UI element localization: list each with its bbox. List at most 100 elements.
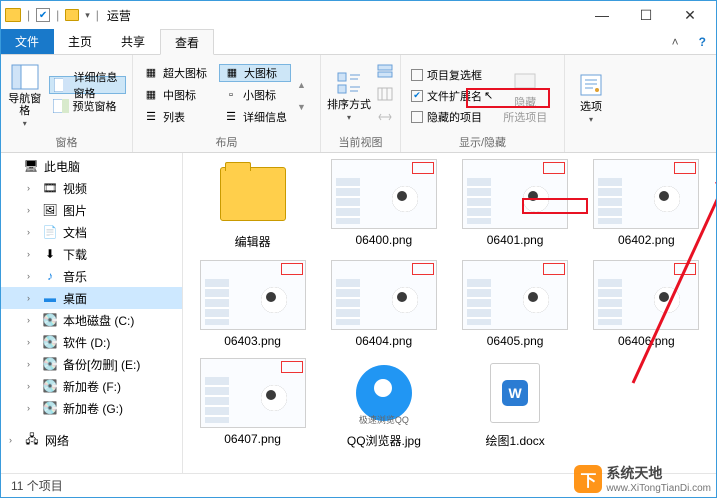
disk-icon: 💽 [42,400,58,416]
minimize-button[interactable]: — [580,2,624,28]
small-icon: ▫ [223,88,239,102]
file-item[interactable]: 06407.png [189,358,316,449]
tree-disk-e[interactable]: ›💽备份[勿删] (E:) [1,353,182,375]
tree-disk-c[interactable]: ›💽本地磁盘 (C:) [1,309,182,331]
tree-disk-g[interactable]: ›💽新加卷 (G:) [1,397,182,419]
file-name: 06402.png [618,233,675,247]
nav-pane-label: 导航窗格 [7,93,43,117]
close-button[interactable]: ✕ [668,2,712,28]
documents-icon: 📄 [42,224,58,240]
tree-videos[interactable]: ›🎞视频 [1,177,182,199]
desktop-icon: ▬ [42,290,58,306]
nav-pane-icon [11,64,39,90]
addcolumn-icon[interactable] [377,87,393,104]
file-thumbnail [462,260,568,330]
file-item[interactable]: 06406.png [583,260,710,348]
tree-desktop[interactable]: ›▬桌面 [1,287,182,309]
file-thumbnail: W [462,358,568,428]
chevron-down-icon: ▾ [347,113,351,122]
disk-icon: 💽 [42,356,58,372]
details-pane-button[interactable]: 详细信息窗格 [49,76,126,94]
disk-icon: 💽 [42,334,58,350]
navigation-tree[interactable]: 🖥此电脑 ›🎞视频 ›🖼图片 ›📄文档 ›⬇下载 ›♪音乐 ›▬桌面 ›💽本地磁… [1,153,183,473]
view-medium-button[interactable]: ▦中图标 [139,86,211,104]
ribbon-group-panes: 导航窗格 ▾ 详细信息窗格 预览窗格 窗格 [1,55,133,152]
maximize-button[interactable]: ☐ [624,2,668,28]
file-list[interactable]: 编辑器06400.png06401.png06402.png06403.png0… [183,153,716,473]
disk-icon: 💽 [42,312,58,328]
view-xlarge-button[interactable]: ▦超大图标 [139,64,211,82]
window-title: 运营 [107,7,131,24]
group-label-showhide: 显示/隐藏 [407,132,558,150]
item-checkboxes-toggle[interactable]: 项目复选框 [407,66,497,84]
tab-home[interactable]: 主页 [54,29,107,54]
scroll-up-icon[interactable]: ▲ [297,80,306,90]
preview-pane-icon [53,99,69,113]
window-controls: — ☐ ✕ [580,2,712,28]
file-item[interactable]: 编辑器 [189,159,316,250]
details-icon: ☰ [223,110,239,124]
preview-pane-label: 预览窗格 [73,98,117,114]
tab-file[interactable]: 文件 [1,29,54,54]
view-small-button[interactable]: ▫小图标 [219,86,291,104]
list-icon: ☰ [143,110,159,124]
qat-newfolder-icon[interactable] [65,9,79,21]
network-icon: 🖧 [24,432,40,448]
groupby-icon[interactable] [377,64,393,81]
file-item[interactable]: 06402.png [583,159,710,250]
chevron-icon: › [27,381,37,391]
tree-disk-f[interactable]: ›💽新加卷 (F:) [1,375,182,397]
tree-music[interactable]: ›♪音乐 [1,265,182,287]
tab-share[interactable]: 共享 [107,29,160,54]
chevron-icon: › [27,359,37,369]
file-item[interactable]: 极速浏览QQQQ浏览器.jpg [320,358,447,449]
checkbox-icon [411,69,423,81]
annotation-highlight-filename [522,198,588,214]
scroll-down-icon[interactable]: ▼ [297,102,306,112]
file-thumbnail [593,260,699,330]
file-name: 绘图1.docx [485,432,544,449]
content-area: 🖥此电脑 ›🎞视频 ›🖼图片 ›📄文档 ›⬇下载 ›♪音乐 ›▬桌面 ›💽本地磁… [1,153,716,473]
tree-pictures[interactable]: ›🖼图片 [1,199,182,221]
chevron-icon: › [27,205,37,215]
chevron-icon: › [27,337,37,347]
pc-icon: 🖥 [23,158,39,174]
qat-dropdown-icon[interactable]: ▾ [85,10,90,21]
file-name: 06405.png [487,334,544,348]
file-item[interactable]: 06405.png [452,260,579,348]
options-button[interactable]: 选项 ▾ [571,59,611,136]
group-label-panes: 窗格 [7,132,126,150]
tree-downloads[interactable]: ›⬇下载 [1,243,182,265]
view-details-button[interactable]: ☰详细信息 [219,108,291,126]
chevron-icon: › [27,403,37,413]
file-item[interactable]: 06400.png [320,159,447,250]
title-bar[interactable]: | ✔ | ▾ | 运营 — ☐ ✕ [1,1,716,29]
file-name: 06406.png [618,334,675,348]
chevron-icon: › [27,183,37,193]
sort-by-button[interactable]: 排序方式 ▾ [327,59,371,132]
qat-properties-icon[interactable]: ✔ [36,8,50,22]
chevron-icon: › [27,315,37,325]
hidden-items-toggle[interactable]: 隐藏的项目 [407,108,497,126]
xlarge-icon: ▦ [143,66,159,80]
file-item[interactable]: 06404.png [320,260,447,348]
file-name: 06403.png [224,334,281,348]
tab-view[interactable]: 查看 [160,29,214,55]
preview-pane-button[interactable]: 预览窗格 [49,97,126,115]
tree-this-pc[interactable]: 🖥此电脑 [1,155,182,177]
file-item[interactable]: W 绘图1.docx [452,358,579,449]
minimize-ribbon-icon[interactable]: ˄ [662,29,689,54]
file-item[interactable]: 06403.png [189,260,316,348]
tree-network[interactable]: ›🖧网络 [1,429,182,451]
sort-icon [336,71,362,95]
navigation-pane-button[interactable]: 导航窗格 ▾ [7,59,43,132]
view-large-button[interactable]: ▦大图标 [219,64,291,82]
view-list-button[interactable]: ☰列表 [139,108,211,126]
tree-disk-d[interactable]: ›💽软件 (D:) [1,331,182,353]
help-icon[interactable]: ? [689,29,716,54]
sizecolumns-icon[interactable] [377,110,393,127]
chevron-icon: › [27,293,37,303]
tree-documents[interactable]: ›📄文档 [1,221,182,243]
ribbon-group-layout: ▦超大图标 ▦大图标 ▦中图标 ▫小图标 ☰列表 ☰详细信息 ▲ ▼ 布局 [133,55,321,152]
chevron-down-icon: ▾ [589,115,593,124]
